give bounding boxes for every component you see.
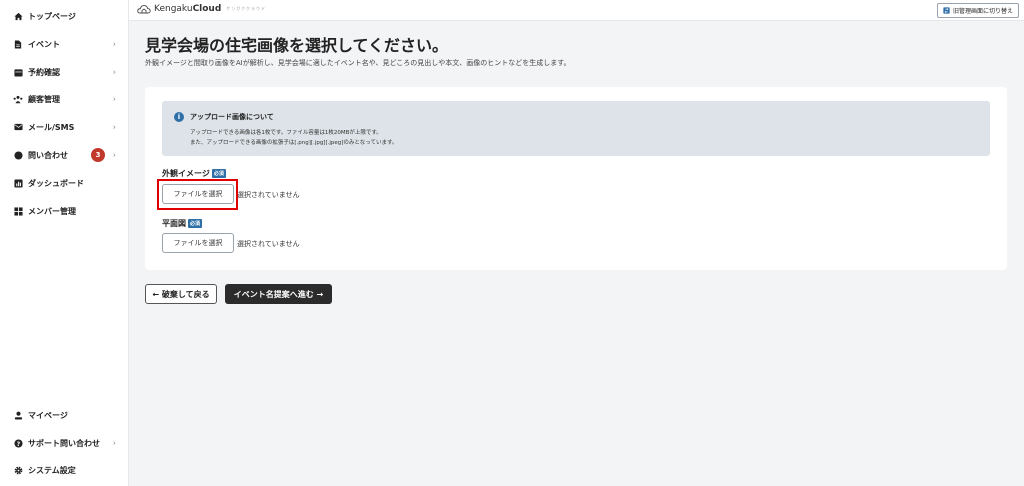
sidebar-item-label: ダッシュボード — [28, 178, 84, 188]
sidebar-item-customers[interactable]: 顧客管理 › — [0, 88, 128, 110]
discard-back-button[interactable]: ← 破棄して戻る — [145, 284, 217, 304]
chart-icon — [13, 178, 23, 188]
sidebar-item-reservation[interactable]: 予約確認 › — [0, 61, 128, 83]
chevron-right-icon: › — [112, 39, 116, 49]
svg-text:?: ? — [16, 440, 20, 447]
chat-icon — [13, 150, 23, 160]
sidebar-item-members[interactable]: メンバー管理 — [0, 200, 128, 222]
top-bar: Kengaku Cloud ケンガククラウド 旧管理画面に切り替え — [129, 0, 1024, 21]
sidebar-item-top[interactable]: トップページ — [0, 5, 128, 27]
sidebar-item-event[interactable]: イベント › — [0, 33, 128, 55]
exterior-image-file-status: 選択されていません — [237, 191, 300, 199]
user-icon — [13, 410, 23, 420]
notification-badge: 3 — [91, 148, 105, 162]
sidebar-item-label: トップページ — [28, 11, 76, 21]
floor-plan-label: 平面図 必須 — [162, 218, 203, 229]
switch-legacy-admin-button[interactable]: 旧管理画面に切り替え — [936, 3, 1019, 18]
field-label-text: 平面図 — [162, 219, 186, 228]
chevron-right-icon: › — [112, 94, 116, 104]
brand-name-light: Kengaku — [154, 4, 193, 14]
required-badge: 必須 — [188, 219, 203, 228]
field-label-text: 外観イメージ — [162, 169, 210, 178]
exterior-image-file-button[interactable]: ファイルを選択 — [162, 184, 234, 204]
sidebar: トップページ イベント › 予約確認 › 顧客管理 › メール/SMS › 問い… — [0, 0, 129, 486]
switch-icon — [943, 7, 950, 14]
grid-icon — [13, 206, 23, 216]
sidebar-item-label: 予約確認 — [28, 67, 60, 77]
exterior-image-label: 外観イメージ 必須 — [162, 168, 226, 179]
chevron-right-icon: › — [112, 122, 116, 132]
people-icon — [13, 94, 23, 104]
switch-legacy-admin-label: 旧管理画面に切り替え — [952, 8, 1013, 15]
sidebar-item-label: 顧客管理 — [28, 94, 60, 104]
sidebar-item-label: マイページ — [28, 410, 68, 420]
floor-plan-file-status: 選択されていません — [237, 240, 300, 248]
sidebar-item-label: 問い合わせ — [28, 150, 68, 160]
info-text-line-1: アップロードできる画像は各1枚です。ファイル容量は1枚20MBが上限です。 — [190, 130, 382, 136]
upload-info-box: i アップロード画像について アップロードできる画像は各1枚です。ファイル容量は… — [162, 101, 990, 156]
required-badge: 必須 — [211, 169, 226, 178]
cloud-logo-icon — [137, 5, 151, 14]
mail-icon — [13, 122, 23, 132]
upload-card: i アップロード画像について アップロードできる画像は各1枚です。ファイル容量は… — [145, 87, 1007, 270]
brand-subtitle: ケンガククラウド — [226, 6, 267, 11]
info-icon: i — [174, 112, 184, 122]
chevron-right-icon: › — [112, 438, 116, 448]
sidebar-item-mypage[interactable]: マイページ — [0, 404, 128, 426]
info-text-line-2: また、アップロードできる画像の拡張子は[.png][.jpg][.jpeg]のみ… — [190, 140, 398, 146]
page-description: 外観イメージと間取り画像をAIが解析し、見学会場に適したイベント名や、見どころの… — [145, 59, 571, 67]
sidebar-item-support[interactable]: ? サポート問い合わせ › — [0, 432, 128, 454]
gear-icon — [13, 465, 23, 475]
sidebar-item-label: システム設定 — [28, 465, 76, 475]
sidebar-item-settings[interactable]: システム設定 — [0, 459, 128, 481]
floor-plan-file-button[interactable]: ファイルを選択 — [162, 233, 234, 253]
page-title: 見学会場の住宅画像を選択してください。 — [145, 36, 449, 55]
chevron-right-icon: › — [112, 67, 116, 77]
home-icon — [13, 11, 23, 21]
help-icon: ? — [13, 438, 23, 448]
document-icon — [13, 39, 23, 49]
brand-logo[interactable]: Kengaku Cloud ケンガククラウド — [137, 4, 266, 14]
proceed-event-name-button[interactable]: イベント名提案へ進む → — [225, 284, 332, 304]
info-title: アップロード画像について — [190, 113, 274, 121]
sidebar-item-label: イベント — [28, 39, 60, 49]
calendar-icon — [13, 67, 23, 77]
sidebar-item-inquiry[interactable]: 問い合わせ 3 › — [0, 144, 128, 166]
sidebar-item-label: メール/SMS — [28, 122, 75, 132]
sidebar-item-label: メンバー管理 — [28, 206, 76, 216]
sidebar-item-mail[interactable]: メール/SMS › — [0, 116, 128, 138]
sidebar-item-label: サポート問い合わせ — [28, 438, 100, 448]
sidebar-item-dashboard[interactable]: ダッシュボード — [0, 172, 128, 194]
brand-name-bold: Cloud — [192, 4, 222, 14]
chevron-right-icon: › — [112, 150, 116, 160]
